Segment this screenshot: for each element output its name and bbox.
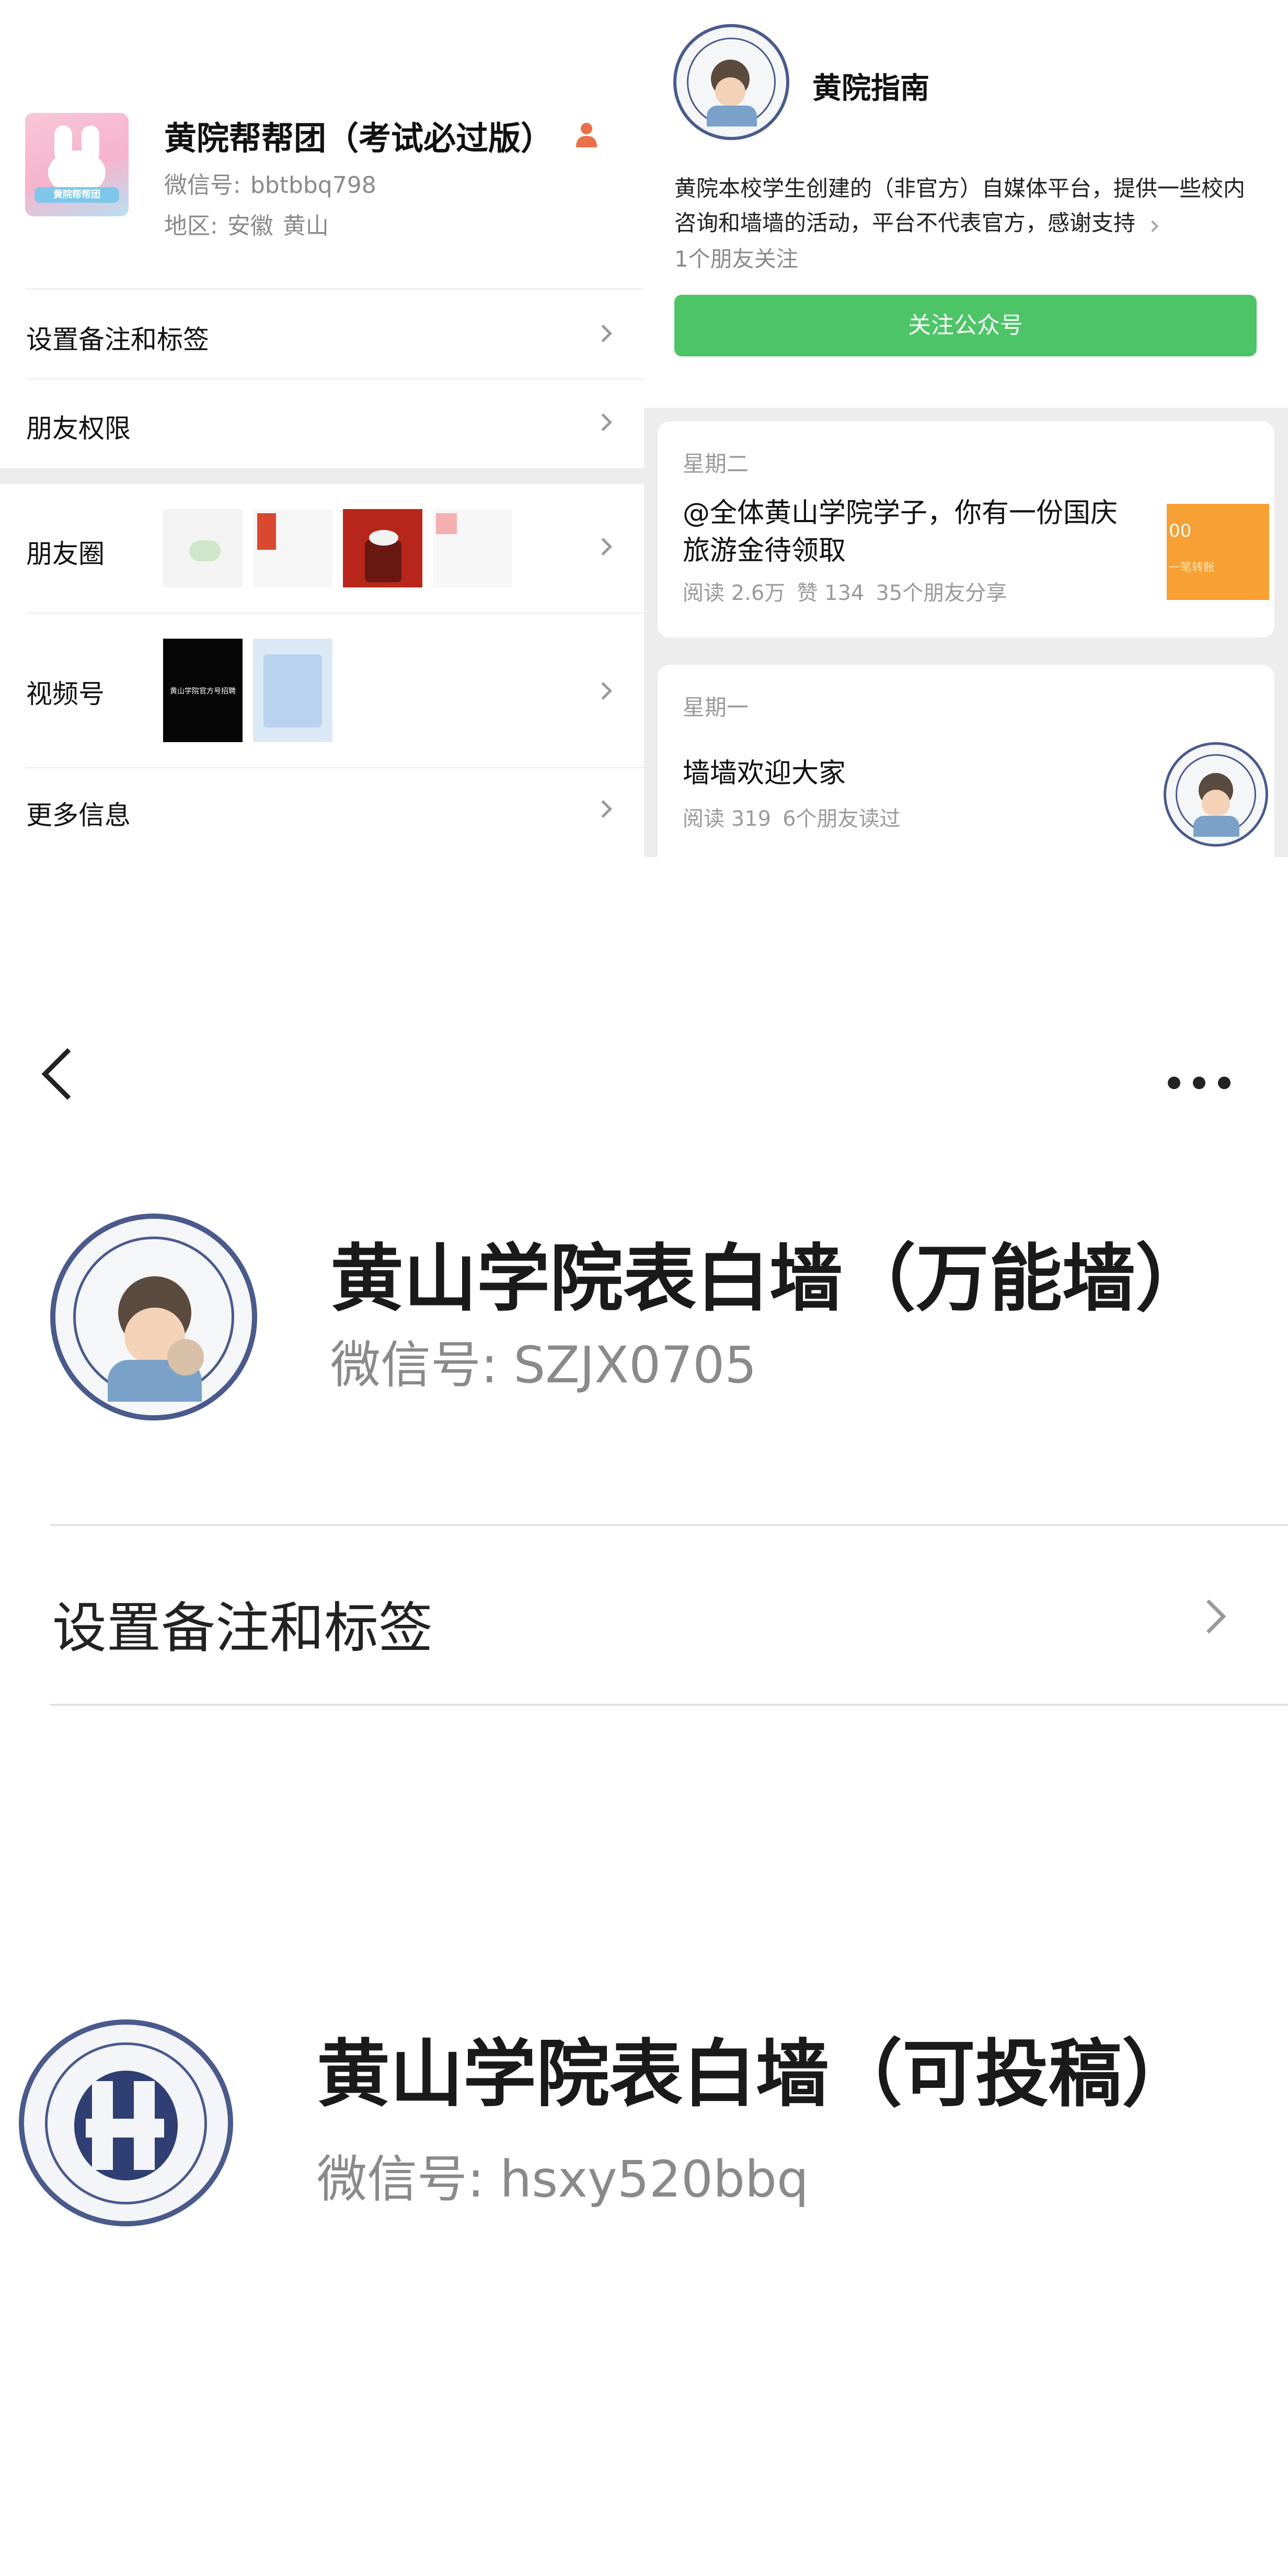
channels-thumb: 黄山学院官方号招聘 — [163, 639, 243, 742]
chevron-right-icon — [594, 800, 612, 818]
article-title: @全体黄山学院学子，你有一份国庆旅游金待领取 — [683, 498, 1118, 567]
menu-more-label: 更多信息 — [26, 800, 131, 830]
article-card[interactable]: 星期二 @全体黄山学院学子，你有一份国庆旅游金待领取 阅读 2.6万赞 134 3… — [658, 421, 1274, 638]
article-stats: 阅读 2.6万赞 134 35个朋友分享 — [683, 581, 1007, 605]
article-thumbnail — [1164, 742, 1268, 847]
section-gap — [0, 468, 644, 484]
submit-name: 黄山学院表白墙（可投稿） — [317, 2032, 1195, 2117]
official-account-header: 黄院指南 黄院本校学生创建的（非官方）自媒体平台，提供一些校内咨询和墙墙的活动，… — [644, 0, 1288, 408]
official-account-name: 黄院指南 — [812, 72, 929, 106]
chevron-right-icon — [594, 538, 612, 556]
divider — [50, 1704, 1288, 1706]
channels-thumb — [253, 639, 332, 742]
article-day: 星期一 — [683, 695, 749, 720]
chevron-right-icon — [594, 325, 612, 342]
contact-avatar[interactable]: 黄院帮帮团 — [25, 113, 129, 216]
official-account-panel: 黄院指南 黄院本校学生创建的（非官方）自媒体平台，提供一些校内咨询和墙墙的活动，… — [644, 0, 1288, 884]
back-arrow-icon[interactable] — [41, 1048, 94, 1100]
moments-thumb — [253, 509, 332, 587]
contact-name: 黄院帮帮团（考试必过版） — [164, 119, 554, 157]
menu-more-row[interactable]: 更多信息 — [0, 768, 644, 857]
menu-remarks-label: 设置备注和标签 — [26, 325, 209, 355]
moments-thumb — [433, 509, 512, 587]
moments-thumb — [343, 509, 422, 587]
contact-wechat-id: 微信号: bbtbbq798 — [164, 172, 376, 199]
menu-channels-row[interactable]: 视频号 黄山学院官方号招聘 — [0, 614, 644, 767]
menu-channels-label: 视频号 — [26, 679, 105, 709]
article-thumbnail: 00 一笔转账 — [1167, 504, 1269, 600]
wall-wechat-id: 微信号: SZJX0705 — [330, 1336, 757, 1394]
avatar-caption: 黄院帮帮团 — [34, 187, 119, 203]
submit-wechat-id: 微信号: hsxy520bbq — [317, 2150, 809, 2209]
menu-moments-label: 朋友圈 — [26, 539, 105, 569]
official-account-description[interactable]: 黄院本校学生创建的（非官方）自媒体平台，提供一些校内咨询和墙墙的活动，平台不代表… — [674, 171, 1260, 240]
article-stats: 阅读 319 6个朋友读过 — [683, 807, 901, 831]
chevron-right-icon — [1147, 220, 1159, 233]
article-card[interactable]: 星期一 墙墙欢迎大家 阅读 319 6个朋友读过 — [658, 665, 1274, 884]
contact-region: 地区: 安徽 黄山 — [164, 213, 329, 239]
wall-name: 黄山学院表白墙（万能墙） — [330, 1237, 1209, 1322]
official-account-avatar[interactable] — [673, 24, 789, 140]
article-title: 墙墙欢迎大家 — [683, 758, 846, 789]
chevron-right-icon — [594, 413, 612, 431]
menu-moments-row[interactable]: 朋友圈 — [0, 484, 644, 613]
wall-remarks-row[interactable]: 设置备注和标签 — [0, 1526, 1288, 1704]
menu-permissions-label: 朋友权限 — [26, 413, 131, 444]
chevron-right-icon — [594, 682, 612, 700]
moments-thumb — [163, 509, 243, 587]
menu-remarks-row[interactable]: 设置备注和标签 — [0, 290, 644, 378]
followers-count: 1个朋友关注 — [674, 246, 798, 272]
follow-button[interactable]: 关注公众号 — [674, 295, 1257, 356]
more-options-icon[interactable] — [1168, 1077, 1230, 1089]
person-icon — [576, 123, 597, 147]
article-day: 星期二 — [683, 451, 749, 477]
submit-avatar[interactable] — [19, 2019, 233, 2226]
wall-remarks-label: 设置备注和标签 — [52, 1596, 433, 1660]
chevron-right-icon — [1192, 1599, 1226, 1634]
wall-avatar[interactable] — [50, 1214, 257, 1420]
contact-profile-panel: 黄院帮帮团 黄院帮帮团（考试必过版） 微信号: bbtbbq798 地区: 安徽 黄山… — [0, 0, 644, 857]
menu-permissions-row[interactable]: 朋友权限 — [0, 379, 644, 468]
